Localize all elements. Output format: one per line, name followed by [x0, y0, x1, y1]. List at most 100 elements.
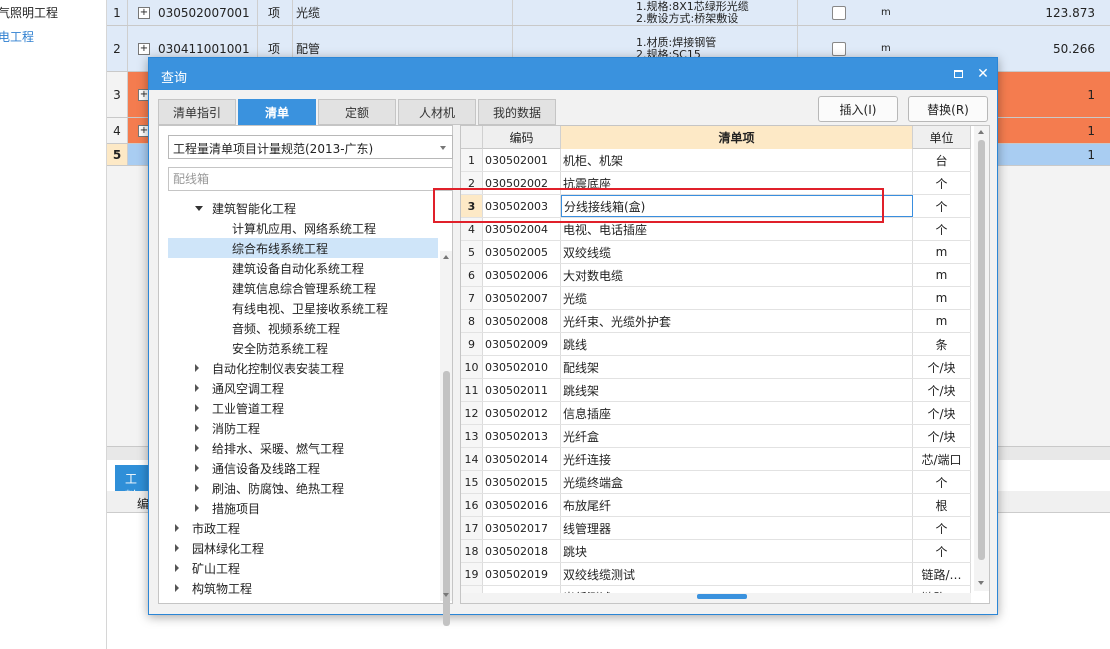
tree-item[interactable]: 音频、视频系统工程 — [168, 318, 438, 338]
tree-item[interactable]: 建筑信息综合管理系统工程 — [168, 278, 438, 298]
tree-item[interactable]: 市政工程 — [168, 518, 438, 538]
expand-icon[interactable]: + — [138, 42, 150, 55]
grid-row[interactable]: 13 030502013 光纤盒 个/块 — [461, 425, 971, 448]
header-unit[interactable]: 单位 — [913, 126, 971, 149]
tree-item[interactable]: 自动化控制仪表安装工程 — [168, 358, 438, 378]
replace-button[interactable]: 替换(R) — [908, 96, 988, 122]
grid-scrollbar[interactable] — [974, 126, 989, 591]
row-code: 030502015 — [483, 471, 561, 493]
tree-item[interactable]: 建筑设备自动化系统工程 — [168, 258, 438, 278]
grid-row[interactable]: 11 030502011 跳线架 个/块 — [461, 379, 971, 402]
grid-row[interactable]: 9 030502009 跳线条 — [461, 333, 971, 356]
feature-line: 2.敷设方式:桥架敷设 — [636, 11, 739, 25]
scroll-down-icon[interactable] — [978, 581, 984, 585]
expand-arrow-icon[interactable] — [175, 564, 179, 572]
tree-item-label: 建筑智能化工程 — [212, 201, 297, 216]
grid-row[interactable]: 3 030502003 分线接线箱(盒) 个 — [461, 195, 971, 218]
feature-line: 1.规格:8X1芯绿形光缆 — [636, 0, 749, 13]
expand-icon[interactable]: + — [138, 6, 150, 19]
grid-row[interactable]: 4 030502004 电视、电话插座个 — [461, 218, 971, 241]
search-input[interactable] — [168, 167, 453, 191]
grid-row[interactable]: 15 030502015 光缆终端盒个 — [461, 471, 971, 494]
grid-hscrollbar[interactable] — [461, 593, 971, 603]
grid-row[interactable]: 18 030502018 跳块个 — [461, 540, 971, 563]
collapse-arrow-icon[interactable] — [195, 205, 203, 211]
expand-arrow-icon[interactable] — [195, 384, 199, 392]
spec-select[interactable]: 工程量清单项目计量规范(2013-广东) — [168, 135, 453, 159]
maximize-icon[interactable] — [949, 65, 967, 83]
tree-item[interactable]: 计算机应用、网络系统工程 — [168, 218, 438, 238]
expand-arrow-icon[interactable] — [195, 404, 199, 412]
tree-item[interactable]: 安全防范系统工程 — [168, 338, 438, 358]
grid-row[interactable]: 17 030502017 线管理器个 — [461, 517, 971, 540]
grid-row[interactable]: 19 030502019 双绞线缆测试 链路/… — [461, 563, 971, 586]
close-icon[interactable]: ✕ — [974, 65, 992, 83]
tree-item[interactable]: 通信设备及线路工程 — [168, 458, 438, 478]
tree-item[interactable]: 消防工程 — [168, 418, 438, 438]
expand-arrow-icon[interactable] — [195, 484, 199, 492]
insert-button[interactable]: 插入(I) — [818, 96, 898, 122]
expand-arrow-icon[interactable] — [195, 504, 199, 512]
row-name: 抗震底座 — [561, 172, 913, 194]
row-checkbox[interactable] — [832, 41, 846, 56]
grid-row[interactable]: 5 030502005 双绞线缆 m — [461, 241, 971, 264]
tree-item[interactable]: 通风空调工程 — [168, 378, 438, 398]
expand-arrow-icon[interactable] — [195, 424, 199, 432]
tab-list-guide[interactable]: 清单指引 — [158, 99, 236, 125]
row-checkbox[interactable] — [832, 5, 846, 20]
grid-row[interactable]: 2 030502002 抗震底座个 — [461, 172, 971, 195]
tree-item[interactable]: 有线电视、卫星接收系统工程 — [168, 298, 438, 318]
tab-my-data[interactable]: 我的数据 — [478, 99, 556, 125]
splitter-handle[interactable] — [697, 594, 747, 599]
grid-row[interactable]: 10 030502010 配线架 个/块 — [461, 356, 971, 379]
tree-item[interactable]: 综合布线系统工程 — [168, 238, 438, 258]
tree-item[interactable]: 建筑智能化工程 — [168, 198, 438, 218]
tree-item[interactable]: 措施项目 — [168, 498, 438, 518]
scroll-down-icon[interactable] — [443, 593, 449, 597]
background-sidebar: 气照明工程 电工程 — [0, 0, 107, 649]
grid-row[interactable]: 16 030502016 布放尾纤根 — [461, 494, 971, 517]
scroll-up-icon[interactable] — [978, 130, 984, 134]
grid-row[interactable]: 14 030502014 光纤连接 芯/端口 — [461, 448, 971, 471]
grid-row[interactable]: 1 030502001 机柜、机架台 — [461, 149, 971, 172]
scrollbar-thumb[interactable] — [978, 140, 985, 560]
expand-arrow-icon[interactable] — [175, 584, 179, 592]
grid-row[interactable]: 6 030502006 大对数电缆 m — [461, 264, 971, 287]
row-name: 分线接线箱(盒) — [561, 195, 913, 217]
tree-item[interactable]: 刷油、防腐蚀、绝热工程 — [168, 478, 438, 498]
tree-item[interactable]: 园林绿化工程 — [168, 538, 438, 558]
row-name: 布放尾纤 — [561, 494, 913, 516]
expand-arrow-icon[interactable] — [175, 544, 179, 552]
dialog-titlebar[interactable]: 查询 ✕ — [149, 58, 997, 90]
row-code: 030502003 — [483, 195, 561, 217]
tree-item-label: 矿山工程 — [192, 561, 241, 576]
row-code: 030502018 — [483, 540, 561, 562]
scrollbar-thumb[interactable] — [443, 371, 450, 626]
background-tree-item[interactable]: 电工程 — [0, 28, 34, 45]
tree-scrollbar[interactable] — [440, 251, 452, 626]
grid-row[interactable]: 12 030502012 信息插座 个/块 — [461, 402, 971, 425]
row-features: 1.规格:8X1芯绿形光缆 2.敷设方式:桥架敷设 — [633, 0, 798, 25]
tree-item[interactable]: 矿山工程 — [168, 558, 438, 578]
expand-arrow-icon[interactable] — [195, 364, 199, 372]
expand-arrow-icon[interactable] — [175, 524, 179, 532]
tab-materials[interactable]: 人材机 — [398, 99, 476, 125]
table-row[interactable]: 1 030502007001 + 项 光缆 1.规格:8X1芯绿形光缆 2.敷设… — [107, 0, 1110, 26]
header-name[interactable]: 清单项 — [561, 126, 913, 149]
tree-item[interactable]: 构筑物工程 — [168, 578, 438, 598]
tab-list[interactable]: 清单 — [238, 99, 316, 125]
header-code[interactable]: 编码 — [483, 126, 561, 149]
tree-item[interactable]: 给排水、采暖、燃气工程 — [168, 438, 438, 458]
background-tree-item[interactable]: 气照明工程 — [0, 4, 58, 21]
grid-row[interactable]: 8 030502008 光纤束、光缆外护套 m — [461, 310, 971, 333]
tab-quota[interactable]: 定额 — [318, 99, 396, 125]
tree-item-label: 音频、视频系统工程 — [232, 321, 341, 336]
expand-arrow-icon[interactable] — [195, 444, 199, 452]
tree-item[interactable]: 工业管道工程 — [168, 398, 438, 418]
row-unit: 个/块 — [913, 402, 971, 424]
row-unit: 个 — [913, 195, 971, 217]
scroll-up-icon[interactable] — [443, 255, 449, 259]
grid-row[interactable]: 7 030502007 光缆 m — [461, 287, 971, 310]
expand-arrow-icon[interactable] — [195, 464, 199, 472]
tree-item[interactable]: 城市轨道交通工程 — [168, 598, 438, 601]
